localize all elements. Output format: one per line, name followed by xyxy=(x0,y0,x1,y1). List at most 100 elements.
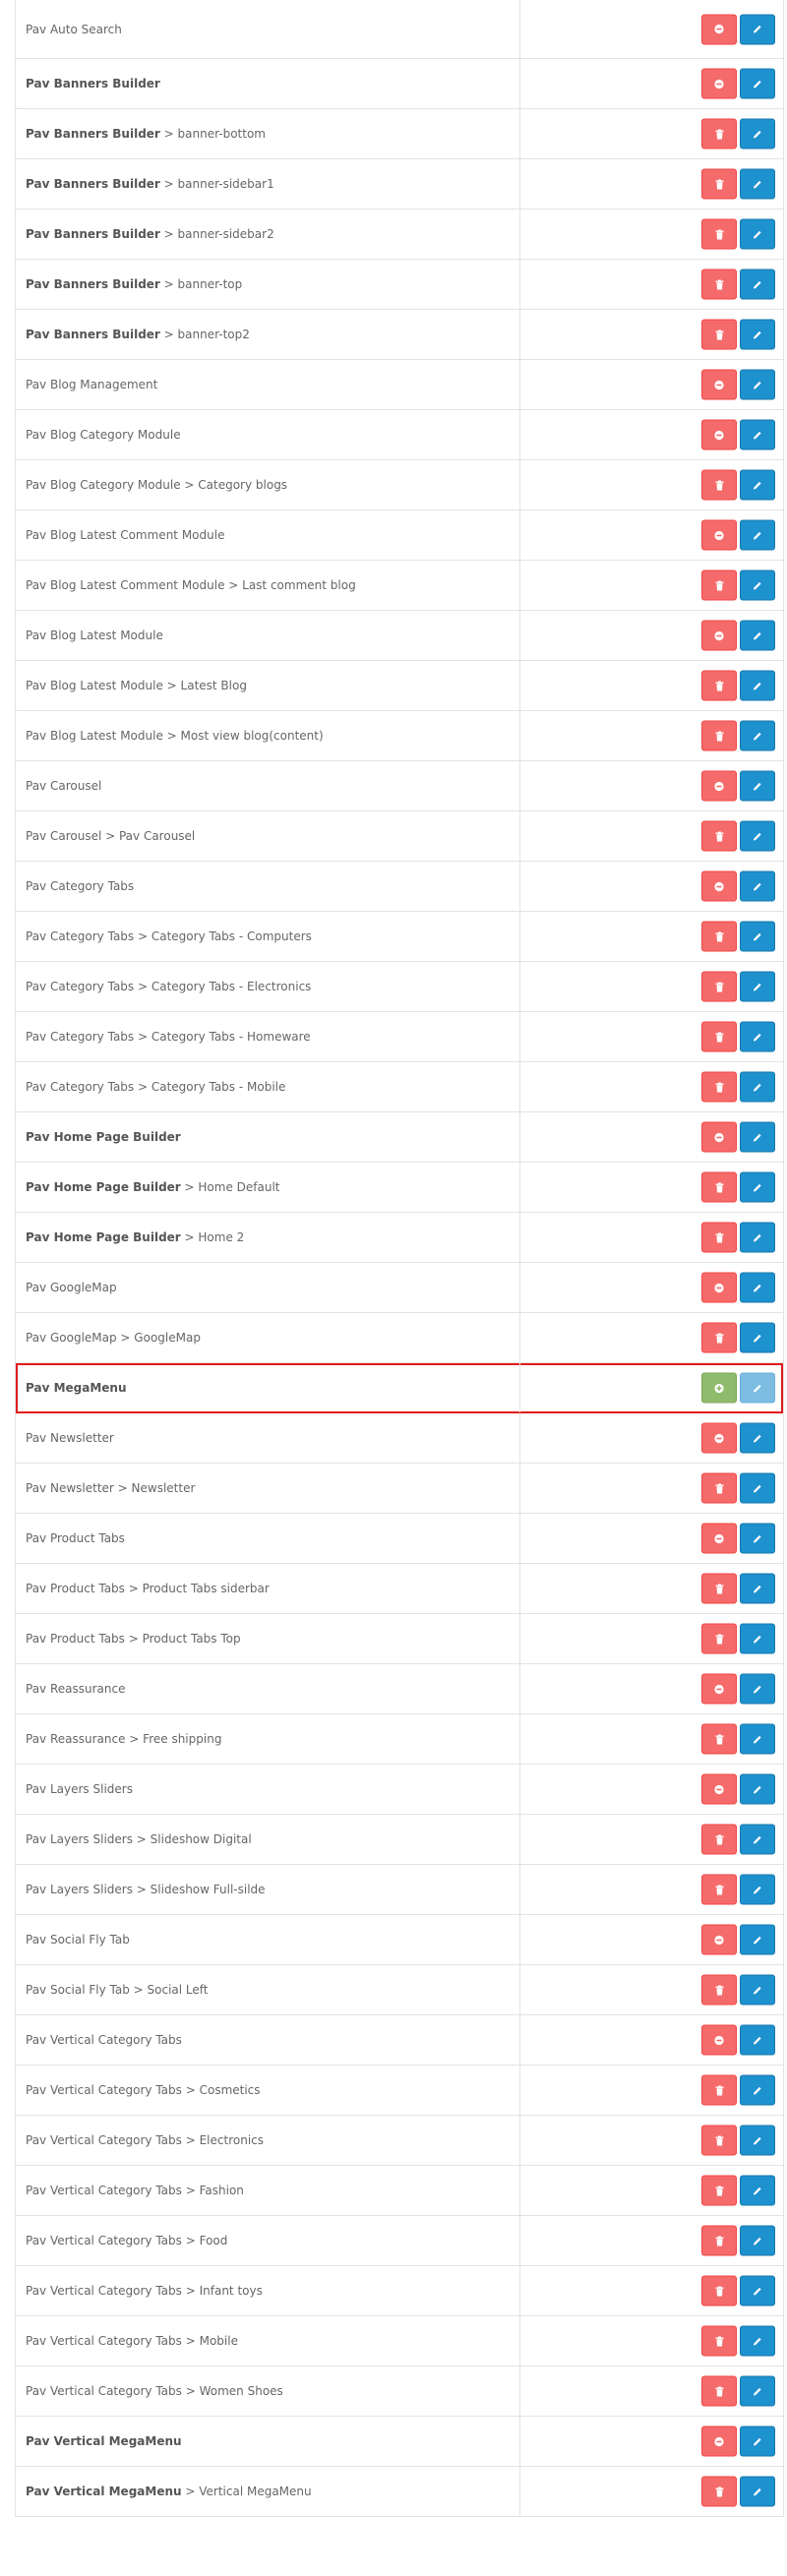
edit-button[interactable] xyxy=(740,1021,775,1052)
edit-button[interactable] xyxy=(740,1523,775,1554)
delete-button[interactable] xyxy=(701,2275,737,2306)
edit-button[interactable] xyxy=(740,971,775,1002)
delete-button[interactable] xyxy=(701,971,737,1002)
delete-button[interactable] xyxy=(701,1623,737,1654)
edit-button[interactable] xyxy=(740,269,775,300)
edit-button[interactable] xyxy=(740,2426,775,2457)
delete-button[interactable] xyxy=(701,1874,737,1905)
delete-button[interactable] xyxy=(701,921,737,952)
delete-button[interactable] xyxy=(701,2476,737,2507)
delete-button[interactable] xyxy=(701,1824,737,1855)
uninstall-button[interactable] xyxy=(701,620,737,651)
edit-button[interactable] xyxy=(740,419,775,450)
delete-button[interactable] xyxy=(701,670,737,701)
delete-button[interactable] xyxy=(701,1171,737,1203)
uninstall-button[interactable] xyxy=(701,2024,737,2056)
edit-button[interactable] xyxy=(740,921,775,952)
edit-button[interactable] xyxy=(740,1974,775,2006)
edit-button[interactable] xyxy=(740,1322,775,1353)
delete-button[interactable] xyxy=(701,2325,737,2357)
delete-button[interactable] xyxy=(701,218,737,250)
edit-button[interactable] xyxy=(740,1623,775,1654)
edit-button[interactable] xyxy=(740,1924,775,1955)
edit-button[interactable] xyxy=(740,1773,775,1805)
edit-button[interactable] xyxy=(740,14,775,44)
delete-button[interactable] xyxy=(701,269,737,300)
uninstall-button[interactable] xyxy=(701,1272,737,1303)
edit-button[interactable] xyxy=(740,2125,775,2156)
edit-button[interactable] xyxy=(740,2175,775,2206)
uninstall-button[interactable] xyxy=(701,1673,737,1705)
edit-button[interactable] xyxy=(740,870,775,902)
edit-button[interactable] xyxy=(740,720,775,751)
edit-button[interactable] xyxy=(740,2225,775,2256)
delete-button[interactable] xyxy=(701,2074,737,2106)
edit-button[interactable] xyxy=(740,2375,775,2407)
uninstall-button[interactable] xyxy=(701,68,737,99)
edit-button[interactable] xyxy=(740,168,775,200)
delete-button[interactable] xyxy=(701,1071,737,1103)
uninstall-button[interactable] xyxy=(701,870,737,902)
edit-button[interactable] xyxy=(740,1824,775,1855)
edit-button[interactable] xyxy=(740,218,775,250)
delete-button[interactable] xyxy=(701,118,737,150)
delete-button[interactable] xyxy=(701,1723,737,1755)
delete-button[interactable] xyxy=(701,2225,737,2256)
uninstall-button[interactable] xyxy=(701,1121,737,1153)
edit-button[interactable] xyxy=(740,1121,775,1153)
delete-button[interactable] xyxy=(701,569,737,601)
edit-button[interactable] xyxy=(740,369,775,400)
edit-button[interactable] xyxy=(740,1874,775,1905)
edit-button[interactable] xyxy=(740,519,775,551)
delete-button[interactable] xyxy=(701,1322,737,1353)
delete-button[interactable] xyxy=(701,469,737,501)
edit-button[interactable] xyxy=(740,670,775,701)
edit-button[interactable] xyxy=(740,1673,775,1705)
edit-button[interactable] xyxy=(740,1472,775,1504)
uninstall-button[interactable] xyxy=(701,1773,737,1805)
uninstall-button[interactable] xyxy=(701,1523,737,1554)
uninstall-button[interactable] xyxy=(701,2426,737,2457)
edit-button[interactable] xyxy=(740,1071,775,1103)
uninstall-button[interactable] xyxy=(701,1422,737,1454)
uninstall-button[interactable] xyxy=(701,770,737,802)
delete-button[interactable] xyxy=(701,319,737,350)
edit-button[interactable] xyxy=(740,68,775,99)
edit-button[interactable] xyxy=(740,2024,775,2056)
delete-button[interactable] xyxy=(701,1222,737,1253)
edit-button[interactable] xyxy=(740,1372,775,1404)
uninstall-button[interactable] xyxy=(701,519,737,551)
delete-button[interactable] xyxy=(701,2125,737,2156)
delete-button[interactable] xyxy=(701,2175,737,2206)
edit-button[interactable] xyxy=(740,2074,775,2106)
edit-button[interactable] xyxy=(740,820,775,852)
install-button[interactable] xyxy=(701,1372,737,1404)
edit-button[interactable] xyxy=(740,469,775,501)
edit-button[interactable] xyxy=(740,2275,775,2306)
edit-button[interactable] xyxy=(740,1723,775,1755)
edit-button[interactable] xyxy=(740,620,775,651)
edit-button[interactable] xyxy=(740,1272,775,1303)
edit-button[interactable] xyxy=(740,1222,775,1253)
uninstall-button[interactable] xyxy=(701,369,737,400)
delete-button[interactable] xyxy=(701,168,737,200)
edit-button[interactable] xyxy=(740,569,775,601)
edit-button[interactable] xyxy=(740,118,775,150)
edit-button[interactable] xyxy=(740,770,775,802)
delete-button[interactable] xyxy=(701,720,737,751)
uninstall-button[interactable] xyxy=(701,1924,737,1955)
delete-button[interactable] xyxy=(701,2375,737,2407)
delete-button[interactable] xyxy=(701,1021,737,1052)
delete-button[interactable] xyxy=(701,1573,737,1604)
edit-button[interactable] xyxy=(740,2325,775,2357)
edit-button[interactable] xyxy=(740,2476,775,2507)
edit-button[interactable] xyxy=(740,319,775,350)
uninstall-button[interactable] xyxy=(701,419,737,450)
delete-button[interactable] xyxy=(701,820,737,852)
edit-button[interactable] xyxy=(740,1422,775,1454)
delete-button[interactable] xyxy=(701,1472,737,1504)
edit-button[interactable] xyxy=(740,1573,775,1604)
uninstall-button[interactable] xyxy=(701,14,737,44)
edit-button[interactable] xyxy=(740,1171,775,1203)
delete-button[interactable] xyxy=(701,1974,737,2006)
